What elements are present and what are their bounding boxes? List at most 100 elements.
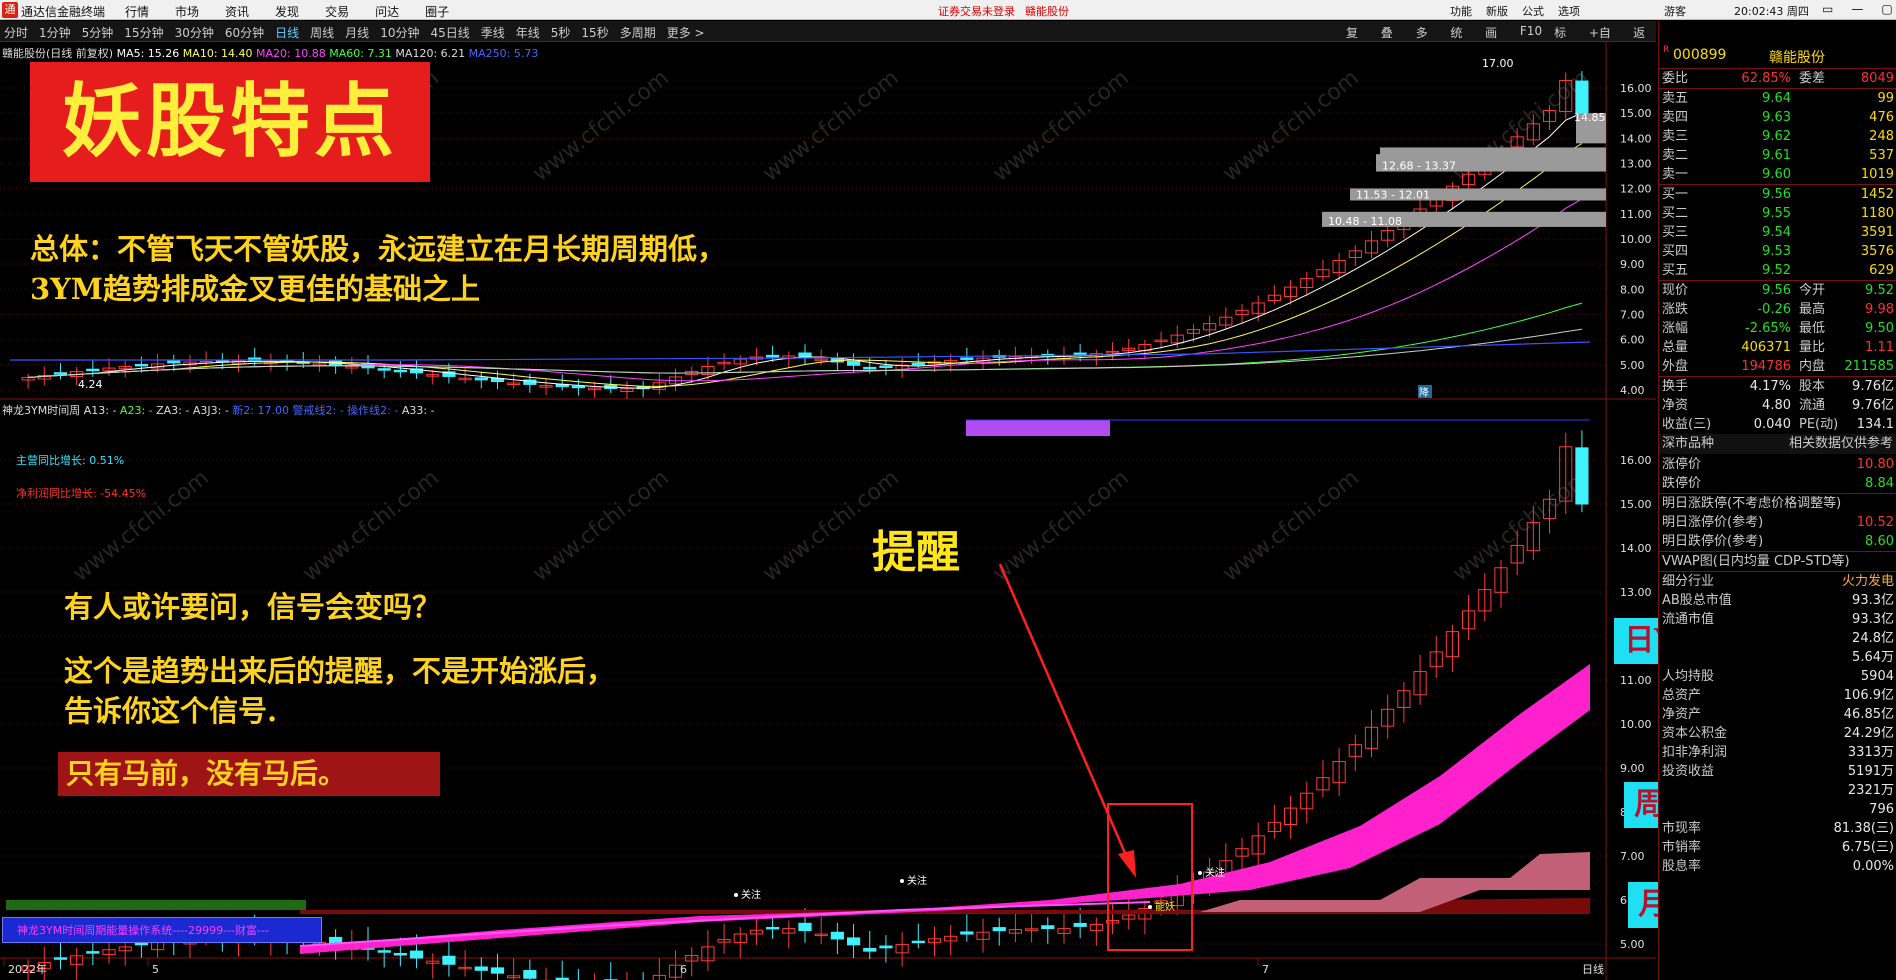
sell-row-4-label: 卖一 [1662, 167, 1689, 182]
limit-row-0[interactable]: 涨停价 10.80 [1659, 455, 1896, 474]
sell-row-4[interactable]: 卖一 9.60 1019 [1659, 165, 1896, 184]
profit-growth: 净利润同比增长: -54.45% [16, 487, 147, 500]
menu-item-zixun[interactable]: 资讯 [225, 3, 249, 20]
period-tab-16[interactable]: 更多 > [667, 24, 705, 41]
overlay-title: 妖股特点 [30, 62, 430, 182]
period-tab-3[interactable]: 15分钟 [124, 24, 163, 41]
period-tab-11[interactable]: 季线 [481, 24, 505, 41]
menu-item-xuanxiang[interactable]: 选项 [1558, 3, 1580, 19]
main-candle-body-9 [167, 360, 181, 364]
quote-row-3[interactable]: 总量 406371 量比 1.11 [1659, 338, 1896, 357]
period-tab-9[interactable]: 10分钟 [380, 24, 419, 41]
main-y-tick-2: 14.00 [1620, 132, 1652, 145]
maximize-icon[interactable]: ▢ [1881, 2, 1892, 16]
menu-item-shichang[interactable]: 市场 [175, 3, 199, 20]
fundamental-row-8[interactable]: 扣非净利润 3313万 [1659, 743, 1896, 762]
stats-row-0[interactable]: 换手 4.17% 股本 9.76亿 [1659, 377, 1896, 396]
buy-row-1[interactable]: 买二 9.55 1180 [1659, 204, 1896, 223]
chart-area[interactable]: 16.00 15.00 14.00 13.00 12.00 11.00 10.00 9.00 8… [0, 42, 1793, 980]
period-tab-1[interactable]: 1分钟 [39, 24, 71, 41]
menu-item-faxian[interactable]: 发现 [275, 3, 299, 20]
user-label[interactable]: 游客 [1664, 3, 1686, 19]
x-right-label: 日线 [1582, 962, 1604, 976]
buy-row-0[interactable]: 买一 9.56 1452 [1659, 185, 1896, 204]
menu-item-xinban[interactable]: 新版 [1486, 3, 1508, 19]
period-tab-6[interactable]: 日线 [275, 24, 299, 41]
buy-row-2[interactable]: 买三 9.54 3591 [1659, 223, 1896, 242]
period-tab-2[interactable]: 5分钟 [82, 24, 114, 41]
stats-row-1[interactable]: 净资 4.80 流通 9.76亿 [1659, 396, 1896, 415]
fundamental-row-6[interactable]: 净资产 46.85亿 [1659, 705, 1896, 724]
fundamental-row-12[interactable]: 市现率 81.38(三) [1659, 819, 1896, 838]
stock-code[interactable]: 000899 [1673, 47, 1726, 63]
industry-row[interactable]: 细分行业 火力发电 [1659, 572, 1896, 591]
tomorrow-row-1[interactable]: 明日涨停价(参考) 10.52 [1659, 513, 1896, 532]
question-text: 有人或许要问，信号会变吗？ [64, 590, 442, 624]
fundamental-row-2[interactable]: 24.8亿 [1659, 629, 1896, 648]
period-tab-10[interactable]: 45日线 [430, 24, 469, 41]
right-menu: 功能 新版 公式 选项 [1450, 3, 1580, 19]
weibi-row[interactable]: 委比 62.85% 委差 8049 [1659, 69, 1896, 88]
period-tab-8[interactable]: 月线 [345, 24, 369, 41]
vwap-row[interactable]: VWAP图(日内均量 CDP-STD等) [1659, 552, 1896, 571]
buy-row-4[interactable]: 买五 9.52 629 [1659, 261, 1896, 280]
menu-item-wenda[interactable]: 问达 [375, 3, 399, 20]
menu-item-hangqing[interactable]: 行情 [125, 3, 149, 20]
fundamental-row-13[interactable]: 市销率 6.75(三) [1659, 838, 1896, 857]
sell-row-3[interactable]: 卖二 9.61 537 [1659, 146, 1896, 165]
fundamental-row-0[interactable]: AB股总市值 93.3亿 [1659, 591, 1896, 610]
limit-row-1[interactable]: 跌停价 8.84 [1659, 474, 1896, 493]
main-candle-body-65 [1073, 352, 1087, 356]
buy-row-4-volume: 629 [1869, 263, 1894, 278]
fundamental-row-9[interactable]: 投资收益 5191万 [1659, 762, 1896, 781]
chart-canvas[interactable]: 16.00 15.00 14.00 13.00 12.00 11.00 10.00 9.00 8… [0, 42, 1656, 980]
period-tab-13[interactable]: 5秒 [551, 24, 571, 41]
menu-item-gongneng[interactable]: 功能 [1450, 3, 1472, 19]
fundamental-row-11[interactable]: 796 [1659, 800, 1896, 819]
period-tab-5[interactable]: 60分钟 [225, 24, 264, 41]
sell-row-1[interactable]: 卖四 9.63 476 [1659, 108, 1896, 127]
sell-row-2[interactable]: 卖三 9.62 248 [1659, 127, 1896, 146]
fundamental-row-10[interactable]: 2321万 [1659, 781, 1896, 800]
minimize-icon[interactable]: — [1851, 2, 1863, 16]
period-toolbar: 分时 1分钟 5分钟 15分钟 30分钟 60分钟 日线 周线 月线 10分钟 45日线 季线 年线 5秒… [0, 21, 1656, 57]
fundamental-row-8-value: 3313万 [1847, 745, 1894, 760]
restore-icon[interactable]: ▭ [1822, 2, 1833, 16]
fundamental-row-1[interactable]: 流通市值 93.3亿 [1659, 610, 1896, 629]
highlight-box: 只有马前，没有马后。 [58, 752, 440, 796]
quote-row-1[interactable]: 涨跌 -0.26 最高 9.98 [1659, 300, 1896, 319]
menu-item-gongshi[interactable]: 公式 [1522, 3, 1544, 19]
quote-row-4[interactable]: 外盘 194786 内盘 211585 [1659, 357, 1896, 376]
period-tab-0[interactable]: 分时 [4, 24, 28, 41]
menu-item-jiaoyi[interactable]: 交易 [325, 3, 349, 20]
period-tab-4[interactable]: 30分钟 [175, 24, 214, 41]
sell-row-0[interactable]: 卖五 9.64 99 [1659, 89, 1896, 108]
indicator-param-7: A33: - [398, 404, 435, 417]
period-tab-7[interactable]: 周线 [310, 24, 334, 41]
sell-row-1-price: 9.63 [1762, 110, 1791, 125]
period-tab-12[interactable]: 年线 [516, 24, 540, 41]
period-tab-15[interactable]: 多周期 [620, 24, 656, 41]
fundamental-row-9-label: 投资收益 [1662, 764, 1715, 779]
fundamental-row-4-label: 人均持股 [1662, 669, 1715, 684]
fundamental-row-14[interactable]: 股息率 0.00% [1659, 857, 1896, 876]
menu-item-quanzi[interactable]: 圈子 [425, 3, 449, 20]
fundamental-row-4[interactable]: 人均持股 5904 [1659, 667, 1896, 686]
tomorrow-row-0[interactable]: 明日涨跌停(不考虑价格调整等) [1659, 494, 1896, 513]
fundamental-row-3[interactable]: 5.64万 [1659, 648, 1896, 667]
revenue-growth: 主营同比增长: 0.51% [16, 454, 125, 467]
tomorrow-row-2[interactable]: 明日跌停价(参考) 8.60 [1659, 532, 1896, 551]
fundamental-row-7[interactable]: 资本公积金 24.29亿 [1659, 724, 1896, 743]
fundamental-row-0-value: 93.3亿 [1852, 593, 1894, 608]
quote-row-2[interactable]: 涨幅 -2.65% 最低 9.50 [1659, 319, 1896, 338]
stats-row-2[interactable]: 收益(三) 0.040 PE(动) 134.1 [1659, 415, 1896, 434]
fundamental-row-5[interactable]: 总资产 106.9亿 [1659, 686, 1896, 705]
quote-row-0[interactable]: 现价 9.56 今开 9.52 [1659, 281, 1896, 300]
login-notice-text[interactable]: 证券交易未登录 [938, 3, 1015, 19]
sell-row-3-label: 卖二 [1662, 148, 1689, 163]
buy-row-1-price: 9.55 [1762, 206, 1791, 221]
period-tab-14[interactable]: 15秒 [581, 24, 608, 41]
buy-row-3[interactable]: 买四 9.53 3576 [1659, 242, 1896, 261]
stock-name[interactable]: 赣能股份 [1769, 47, 1825, 67]
sub-candle-body-51 [846, 937, 861, 946]
